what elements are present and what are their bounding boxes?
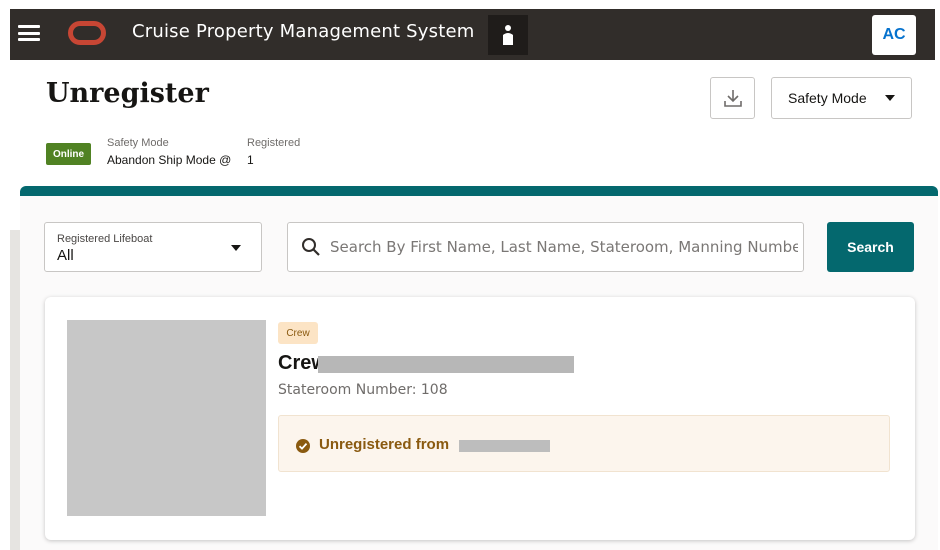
registered-info: Registered 1 <box>247 137 300 167</box>
stateroom-number: Stateroom Number: 108 <box>278 382 448 398</box>
download-button[interactable] <box>710 77 755 119</box>
lifeboat-select-value: All <box>57 247 74 264</box>
person-button[interactable] <box>488 15 528 55</box>
oracle-logo-icon <box>68 21 106 45</box>
safety-mode-info: Safety Mode Abandon Ship Mode @ <box>107 137 231 167</box>
search-button[interactable]: Search <box>827 222 914 272</box>
hamburger-menu-icon[interactable] <box>18 23 40 43</box>
name-redaction <box>318 356 574 373</box>
user-avatar[interactable]: AC <box>872 15 916 55</box>
registered-lifeboat-select[interactable]: Registered Lifeboat All <box>44 222 262 272</box>
search-field[interactable] <box>287 222 804 272</box>
chevron-down-icon <box>231 245 241 251</box>
lifeboat-select-label: Registered Lifeboat <box>57 233 153 245</box>
unregistered-notice: Unregistered from <box>278 415 890 472</box>
online-status-badge: Online <box>46 143 91 165</box>
safety-mode-button-label: Safety Mode <box>788 90 867 106</box>
person-icon <box>503 25 513 45</box>
safety-mode-value: Abandon Ship Mode @ <box>107 153 232 167</box>
safety-mode-button[interactable]: Safety Mode <box>771 77 912 119</box>
download-icon <box>723 90 742 107</box>
person-photo <box>67 320 266 516</box>
app-header: Cruise Property Management System AC <box>10 9 935 60</box>
app-title: Cruise Property Management System <box>132 21 475 42</box>
search-input[interactable] <box>330 231 798 263</box>
chevron-down-icon <box>885 95 895 101</box>
search-icon <box>302 238 320 256</box>
check-circle-icon <box>296 439 310 453</box>
notice-message: Unregistered from <box>319 436 450 453</box>
registered-label: Registered <box>247 137 301 149</box>
safety-mode-label: Safety Mode <box>107 137 169 149</box>
crew-badge: Crew <box>278 322 318 344</box>
page-title: Unregister <box>46 78 209 109</box>
registered-count: 1 <box>247 153 254 167</box>
notice-redaction <box>459 440 550 452</box>
